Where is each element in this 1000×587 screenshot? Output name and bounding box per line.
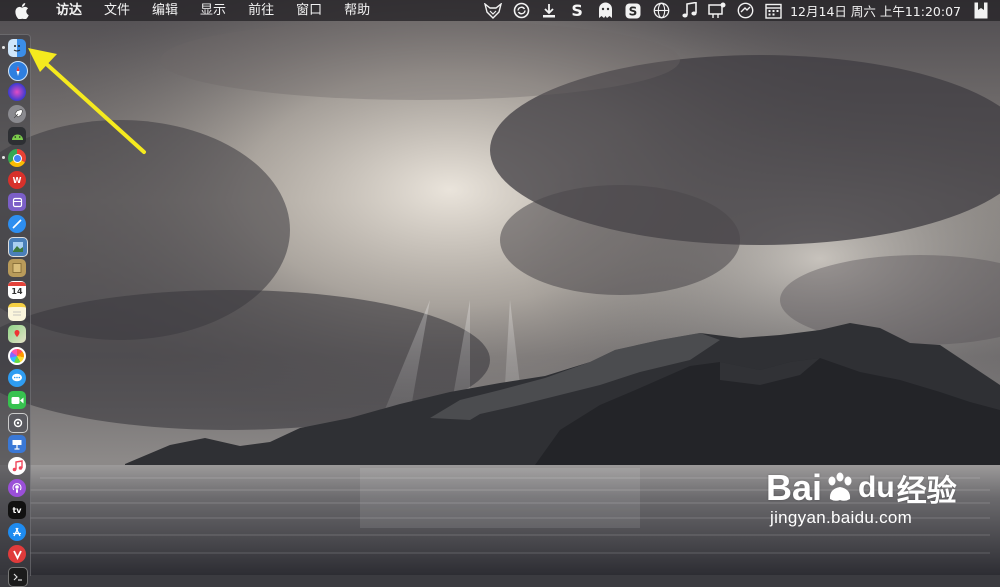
music-note-icon[interactable] bbox=[678, 0, 700, 21]
compass-icon[interactable] bbox=[8, 215, 26, 233]
menu-go[interactable]: 前往 bbox=[237, 0, 285, 21]
bookmark-icon[interactable] bbox=[970, 0, 992, 21]
rocket-icon[interactable] bbox=[8, 105, 26, 123]
calendar-icon[interactable] bbox=[762, 0, 784, 21]
menu-edit[interactable]: 编辑 bbox=[141, 0, 189, 21]
music-icon[interactable] bbox=[8, 457, 26, 475]
siri-icon[interactable] bbox=[8, 83, 26, 101]
message-bubble-icon[interactable] bbox=[8, 369, 26, 387]
keynote-icon[interactable] bbox=[8, 435, 26, 453]
dock: W 14 tv bbox=[0, 34, 31, 587]
calendar-date-label: 14 bbox=[11, 287, 23, 296]
facetime-icon[interactable] bbox=[8, 391, 26, 409]
svg-text:S: S bbox=[629, 4, 638, 18]
status-area: S S 12月14日 周六 上午11:20:07 bbox=[479, 0, 1000, 21]
menu-finder[interactable]: 访达 bbox=[48, 0, 93, 21]
podcasts-icon[interactable] bbox=[8, 479, 26, 497]
dock-running-indicator bbox=[2, 156, 5, 159]
ghost-icon[interactable] bbox=[594, 0, 616, 21]
logo-cn: 经验 bbox=[896, 475, 957, 508]
menu-help[interactable]: 帮助 bbox=[333, 0, 381, 21]
logo-text: Bai bbox=[766, 467, 823, 508]
baidu-watermark: Bai du 经验 jingyan.baidu.com bbox=[766, 466, 957, 528]
menu-file[interactable]: 文件 bbox=[93, 0, 141, 21]
chrome-icon[interactable] bbox=[8, 149, 26, 167]
photos-icon[interactable] bbox=[8, 347, 26, 365]
notebook-icon[interactable] bbox=[8, 259, 26, 277]
watermark-url: jingyan.baidu.com bbox=[770, 508, 913, 527]
notes-icon[interactable] bbox=[8, 303, 26, 321]
calendar-app-icon[interactable]: 14 bbox=[8, 281, 26, 299]
maps-icon[interactable] bbox=[8, 325, 26, 343]
fox-icon[interactable] bbox=[482, 0, 504, 21]
dock-running-indicator bbox=[2, 46, 5, 49]
menubar-clock[interactable]: 12月14日 周六 上午11:20:07 bbox=[790, 1, 961, 20]
purple-app-icon[interactable] bbox=[8, 193, 26, 211]
tv-icon[interactable]: tv bbox=[8, 501, 26, 519]
android-icon[interactable] bbox=[8, 127, 26, 145]
download-icon[interactable] bbox=[538, 0, 560, 21]
globe-icon[interactable] bbox=[650, 0, 672, 21]
wps-icon[interactable]: W bbox=[8, 171, 26, 189]
logo-text-2: du bbox=[858, 471, 895, 504]
tv-label: tv bbox=[12, 505, 22, 515]
baidu-logo: Bai du 经验 bbox=[766, 466, 957, 510]
menu-window[interactable]: 窗口 bbox=[285, 0, 333, 21]
notification-icon[interactable] bbox=[706, 0, 728, 21]
s-box-icon[interactable]: S bbox=[622, 0, 644, 21]
screenshot-icon[interactable] bbox=[8, 413, 28, 433]
menu-view[interactable]: 显示 bbox=[189, 0, 237, 21]
finder-icon[interactable] bbox=[8, 39, 26, 57]
paw-icon bbox=[828, 472, 852, 501]
safari-icon[interactable] bbox=[8, 61, 28, 81]
menu-bar: 访达 文件 编辑 显示 前往 窗口 帮助 S S 12月14日 周六 上午11:… bbox=[0, 0, 1000, 21]
sync-icon[interactable] bbox=[510, 0, 532, 21]
terminal-icon[interactable] bbox=[8, 567, 28, 587]
s-icon[interactable]: S bbox=[566, 0, 588, 21]
vivaldi-icon[interactable] bbox=[8, 545, 26, 563]
share-icon[interactable] bbox=[734, 0, 756, 21]
preview-icon[interactable] bbox=[8, 237, 28, 257]
app-store-icon[interactable] bbox=[8, 523, 26, 541]
apple-icon[interactable] bbox=[14, 2, 34, 19]
